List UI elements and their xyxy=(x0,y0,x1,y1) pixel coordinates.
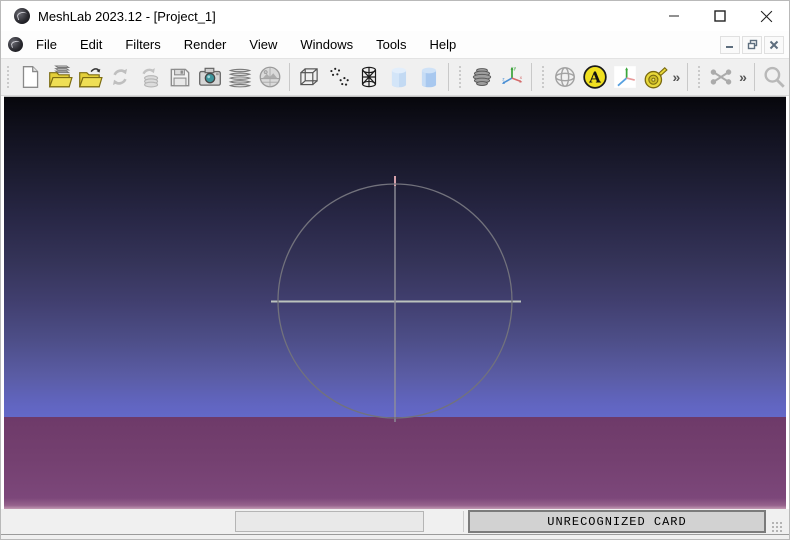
render-points-button[interactable] xyxy=(324,62,354,92)
toolbar-separator xyxy=(754,63,755,91)
toolbar-separator xyxy=(289,63,290,91)
show-axis-triad-icon xyxy=(612,64,638,90)
window-controls xyxy=(651,1,789,31)
measure-tool-button[interactable] xyxy=(640,62,670,92)
mdi-minimize-icon xyxy=(725,40,735,50)
menu-render[interactable]: Render xyxy=(174,32,237,57)
render-bbox-icon xyxy=(296,64,322,90)
trackball-rotation-widget[interactable] xyxy=(4,97,786,509)
render-wireframe-icon xyxy=(356,64,382,90)
mdi-close-icon xyxy=(769,40,779,50)
menu-view[interactable]: View xyxy=(239,32,287,57)
menu-help[interactable]: Help xyxy=(419,32,466,57)
save-snapshot-button[interactable] xyxy=(195,62,225,92)
toolbar-separator xyxy=(448,63,449,91)
import-mesh-icon xyxy=(77,64,103,90)
new-empty-project-button[interactable] xyxy=(15,62,45,92)
show-axis-triad-button[interactable] xyxy=(610,62,640,92)
close-icon xyxy=(760,10,773,23)
render-points-icon xyxy=(326,64,352,90)
render-flat-button[interactable] xyxy=(384,62,414,92)
svg-text:y: y xyxy=(513,66,516,71)
measure-tool-icon xyxy=(642,64,668,90)
progress-bar xyxy=(235,511,424,532)
menu-file[interactable]: File xyxy=(26,32,67,57)
open-project-button[interactable] xyxy=(45,62,75,92)
title-bar: MeshLab 2023.12 - [Project_1] xyxy=(1,1,789,31)
window-title: MeshLab 2023.12 - [Project_1] xyxy=(38,9,216,24)
mdi-minimize-button[interactable] xyxy=(720,36,740,54)
reload-mesh-button[interactable] xyxy=(105,62,135,92)
render-smooth-icon xyxy=(416,64,442,90)
minimize-button[interactable] xyxy=(651,1,697,31)
toolbar-drag-handle[interactable] xyxy=(6,65,11,89)
3d-viewport[interactable] xyxy=(4,96,786,509)
statusbar-separator xyxy=(463,511,464,532)
meshlab-window: MeshLab 2023.12 - [Project_1] File Edit … xyxy=(0,0,790,540)
mdi-restore-icon xyxy=(747,39,758,50)
mdi-window-controls xyxy=(720,36,784,54)
minimize-icon xyxy=(668,10,680,22)
render-flat-icon xyxy=(386,64,412,90)
show-layer-dialog-button[interactable] xyxy=(225,62,255,92)
toolbar-drag-handle[interactable] xyxy=(458,65,463,89)
render-texture-sphere-icon xyxy=(469,64,495,90)
show-labels-button[interactable]: A xyxy=(580,62,610,92)
export-mesh-button[interactable] xyxy=(165,62,195,92)
reload-all-meshes-icon xyxy=(137,64,163,90)
toolbar-drag-handle[interactable] xyxy=(697,65,702,89)
edit-manipulator-button[interactable] xyxy=(706,62,736,92)
menu-bar: File Edit Filters Render View Windows To… xyxy=(1,31,789,59)
show-trackball-button[interactable] xyxy=(550,62,580,92)
open-project-icon xyxy=(47,64,73,90)
show-labels-icon: A xyxy=(582,64,608,90)
search-icon xyxy=(761,64,787,90)
menu-windows[interactable]: Windows xyxy=(290,32,363,57)
save-snapshot-icon xyxy=(197,64,223,90)
toolbar-separator xyxy=(687,63,688,91)
new-empty-project-icon xyxy=(17,64,43,90)
mdi-close-button[interactable] xyxy=(764,36,784,54)
toolbar-separator xyxy=(531,63,532,91)
svg-text:A: A xyxy=(588,68,601,86)
meshlab-logo-icon xyxy=(14,8,30,24)
render-wireframe-button[interactable] xyxy=(354,62,384,92)
render-texture-sphere-button[interactable] xyxy=(467,62,497,92)
show-world-axes-icon: y z x xyxy=(499,64,525,90)
reload-mesh-icon xyxy=(107,64,133,90)
resize-grip[interactable] xyxy=(771,521,783,533)
menu-filters[interactable]: Filters xyxy=(115,32,170,57)
svg-text:x: x xyxy=(519,76,522,81)
maximize-button[interactable] xyxy=(697,1,743,31)
show-raster-mode-button[interactable] xyxy=(255,62,285,92)
export-mesh-icon xyxy=(167,64,193,90)
project-window-icon xyxy=(8,37,23,52)
import-mesh-button[interactable] xyxy=(75,62,105,92)
mdi-restore-button[interactable] xyxy=(742,36,762,54)
show-world-axes-button[interactable]: y z x xyxy=(497,62,527,92)
show-raster-mode-icon xyxy=(257,64,283,90)
status-bar: UNRECOGNIZED CARD xyxy=(1,509,789,540)
gpu-status-badge: UNRECOGNIZED CARD xyxy=(468,510,766,533)
show-layer-dialog-icon xyxy=(227,64,253,90)
window-bottom-frame xyxy=(1,534,789,535)
render-bbox-button[interactable] xyxy=(294,62,324,92)
toolbar-drag-handle[interactable] xyxy=(541,65,546,89)
render-smooth-button[interactable] xyxy=(414,62,444,92)
decoration-overflow-button[interactable]: » xyxy=(670,69,684,85)
main-toolbar: y z x A xyxy=(1,59,789,96)
edit-overflow-button[interactable]: » xyxy=(736,69,750,85)
edit-manipulator-icon xyxy=(708,64,734,90)
maximize-icon xyxy=(714,10,726,22)
reload-all-meshes-button[interactable] xyxy=(135,62,165,92)
menu-tools[interactable]: Tools xyxy=(366,32,416,57)
menu-edit[interactable]: Edit xyxy=(70,32,112,57)
search-button[interactable] xyxy=(759,62,789,92)
show-trackball-icon xyxy=(552,64,578,90)
close-button[interactable] xyxy=(743,1,789,31)
